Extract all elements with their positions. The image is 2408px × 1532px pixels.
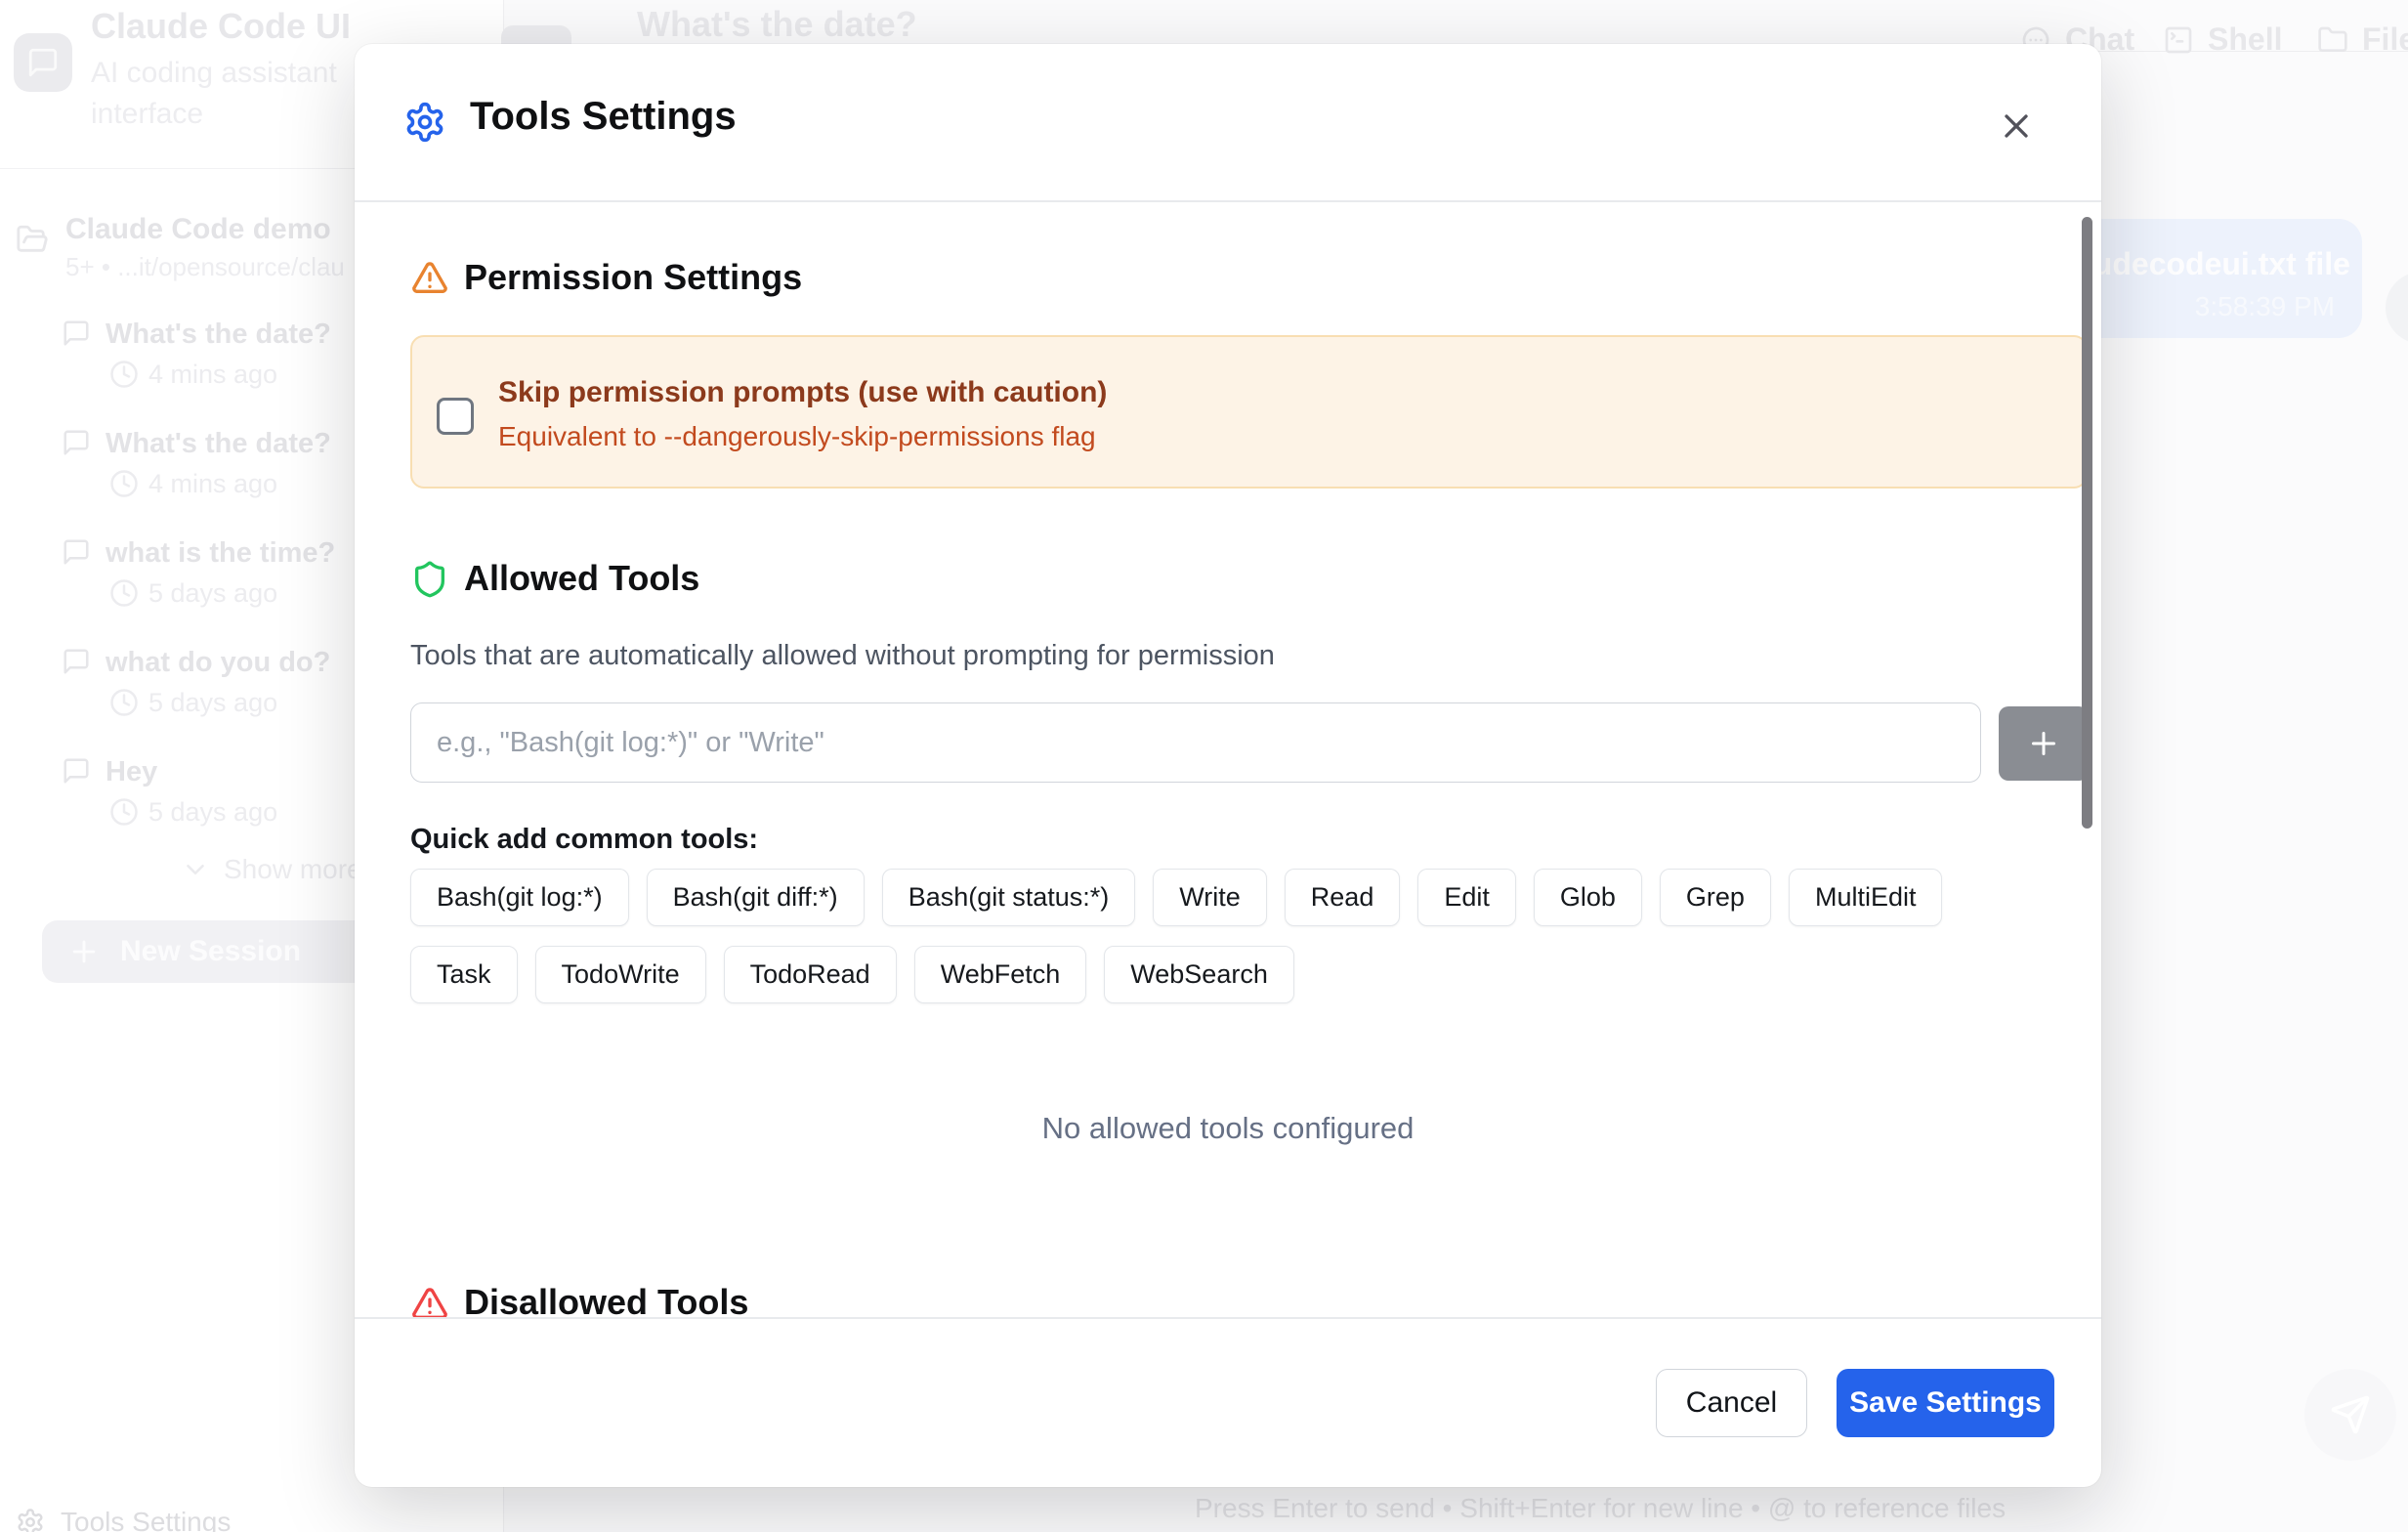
- skip-permissions-checkbox[interactable]: [437, 398, 474, 435]
- app-logo-chat-icon: [14, 33, 72, 92]
- warning-triangle-icon: [410, 259, 449, 298]
- quick-tool-button[interactable]: TodoWrite: [535, 946, 706, 1003]
- skip-permissions-title: Skip permission prompts (use with cautio…: [498, 376, 1107, 409]
- folder-open-icon: [16, 223, 49, 256]
- quick-tool-button[interactable]: WebSearch: [1104, 946, 1294, 1003]
- session-item[interactable]: Hey 5 days ago: [0, 756, 371, 854]
- message-square-icon: [62, 647, 91, 676]
- quick-add-tools: Bash(git log:*) Bash(git diff:*) Bash(gi…: [410, 869, 2061, 1003]
- session-item[interactable]: what is the time? 5 days ago: [0, 537, 371, 635]
- gear-icon: [16, 1508, 45, 1532]
- quick-tool-button[interactable]: Read: [1285, 869, 1401, 926]
- chevron-down-icon: [181, 855, 210, 884]
- tools-settings-menu-item[interactable]: Tools Settings: [16, 1507, 231, 1532]
- app-screen: Claude Code UI AI coding assistant inter…: [0, 0, 2408, 1532]
- conversation-title: What's the date?: [637, 4, 917, 45]
- add-tool-button[interactable]: [1999, 706, 2089, 781]
- plus-icon: [2026, 726, 2061, 761]
- alert-triangle-icon: [410, 1285, 449, 1319]
- session-time: 4 mins ago: [148, 360, 277, 390]
- allowed-tool-input[interactable]: [410, 702, 1981, 783]
- clock-icon: [109, 469, 139, 498]
- project-name[interactable]: Claude Code demo: [65, 213, 331, 246]
- session-item[interactable]: What's the date? 4 mins ago: [0, 428, 371, 526]
- session-item[interactable]: What's the date? 4 mins ago: [0, 319, 371, 416]
- app-subtitle-line2: interface: [91, 98, 203, 131]
- session-title: Hey: [106, 756, 157, 788]
- chat-message-time: 3:58:39 PM: [2195, 291, 2335, 322]
- plus-icon: [67, 935, 101, 968]
- session-time: 5 days ago: [148, 578, 277, 609]
- modal-title: Tools Settings: [470, 95, 737, 139]
- quick-tool-button[interactable]: WebFetch: [914, 946, 1087, 1003]
- terminal-icon: [2163, 24, 2194, 56]
- quick-tool-button[interactable]: TodoRead: [724, 946, 897, 1003]
- quick-tool-button[interactable]: Task: [410, 946, 518, 1003]
- quick-tool-button[interactable]: Bash(git status:*): [882, 869, 1136, 926]
- message-square-icon: [62, 319, 91, 348]
- session-time: 5 days ago: [148, 797, 277, 828]
- allowed-tools-description: Tools that are automatically allowed wit…: [410, 640, 1275, 672]
- session-title: What's the date?: [106, 428, 331, 460]
- tools-settings-label: Tools Settings: [61, 1507, 231, 1532]
- app-subtitle-line1: AI coding assistant: [91, 57, 337, 90]
- avatar: [2386, 272, 2408, 344]
- new-session-label: New Session: [120, 935, 301, 968]
- quick-tool-button[interactable]: MultiEdit: [1789, 869, 1943, 926]
- modal-footer: Cancel Save Settings: [355, 1317, 2101, 1487]
- tab-files-label: Files: [2362, 21, 2408, 58]
- clock-icon: [109, 360, 139, 389]
- session-time: 4 mins ago: [148, 469, 277, 499]
- quick-tool-button[interactable]: Glob: [1534, 869, 1642, 926]
- send-button[interactable]: [2304, 1369, 2396, 1461]
- session-title: What's the date?: [106, 319, 331, 351]
- session-title: what is the time?: [106, 537, 335, 570]
- send-icon: [2330, 1394, 2371, 1435]
- composer-hint: Press Enter to send • Shift+Enter for ne…: [1195, 1493, 2006, 1524]
- app-title: Claude Code UI: [91, 6, 351, 47]
- quick-tool-button[interactable]: Grep: [1660, 869, 1771, 926]
- quick-tool-button[interactable]: Bash(git log:*): [410, 869, 629, 926]
- message-square-icon: [62, 428, 91, 457]
- modal-header: Tools Settings: [355, 44, 2101, 202]
- tools-settings-modal: Tools Settings Permission Settings Skip …: [355, 44, 2101, 1487]
- folder-icon: [2317, 24, 2348, 56]
- tab-shell-label: Shell: [2208, 21, 2282, 58]
- settings-gear-icon: [403, 101, 446, 144]
- quick-tool-button[interactable]: Bash(git diff:*): [647, 869, 865, 926]
- save-settings-button[interactable]: Save Settings: [1837, 1369, 2054, 1437]
- show-more-button[interactable]: Show more: [181, 854, 362, 885]
- message-square-icon: [62, 537, 91, 567]
- shield-icon: [410, 560, 449, 599]
- cancel-button[interactable]: Cancel: [1656, 1369, 1807, 1437]
- modal-scrollbar-thumb[interactable]: [2082, 217, 2092, 829]
- quick-tool-button[interactable]: Edit: [1417, 869, 1516, 926]
- session-item[interactable]: what do you do? 5 days ago: [0, 647, 371, 745]
- project-meta: 5+ • ...it/opensource/clau: [65, 252, 345, 282]
- disallowed-tools-heading: Disallowed Tools: [464, 1282, 748, 1319]
- close-icon[interactable]: [1997, 106, 2036, 146]
- quick-tool-button[interactable]: Write: [1153, 869, 1267, 926]
- clock-icon: [109, 797, 139, 827]
- chat-message-text: audecodeui.txt file: [2076, 246, 2350, 282]
- session-time: 5 days ago: [148, 688, 277, 718]
- tab-shell[interactable]: Shell: [2163, 21, 2282, 58]
- clock-icon: [109, 688, 139, 717]
- session-title: what do you do?: [106, 647, 330, 679]
- show-more-label: Show more: [224, 854, 362, 885]
- tab-files[interactable]: Files: [2317, 21, 2408, 58]
- skip-permissions-subtitle: Equivalent to --dangerously-skip-permiss…: [498, 421, 1096, 452]
- allowed-tools-empty-state: No allowed tools configured: [355, 1111, 2101, 1146]
- skip-permissions-warning-box: Skip permission prompts (use with cautio…: [410, 335, 2088, 489]
- permission-settings-heading: Permission Settings: [464, 257, 802, 298]
- modal-scroll-content[interactable]: Permission Settings Skip permission prom…: [355, 202, 2101, 1319]
- message-square-icon: [62, 756, 91, 786]
- clock-icon: [109, 578, 139, 608]
- quick-add-label: Quick add common tools:: [410, 824, 758, 856]
- allowed-tools-heading: Allowed Tools: [464, 558, 699, 599]
